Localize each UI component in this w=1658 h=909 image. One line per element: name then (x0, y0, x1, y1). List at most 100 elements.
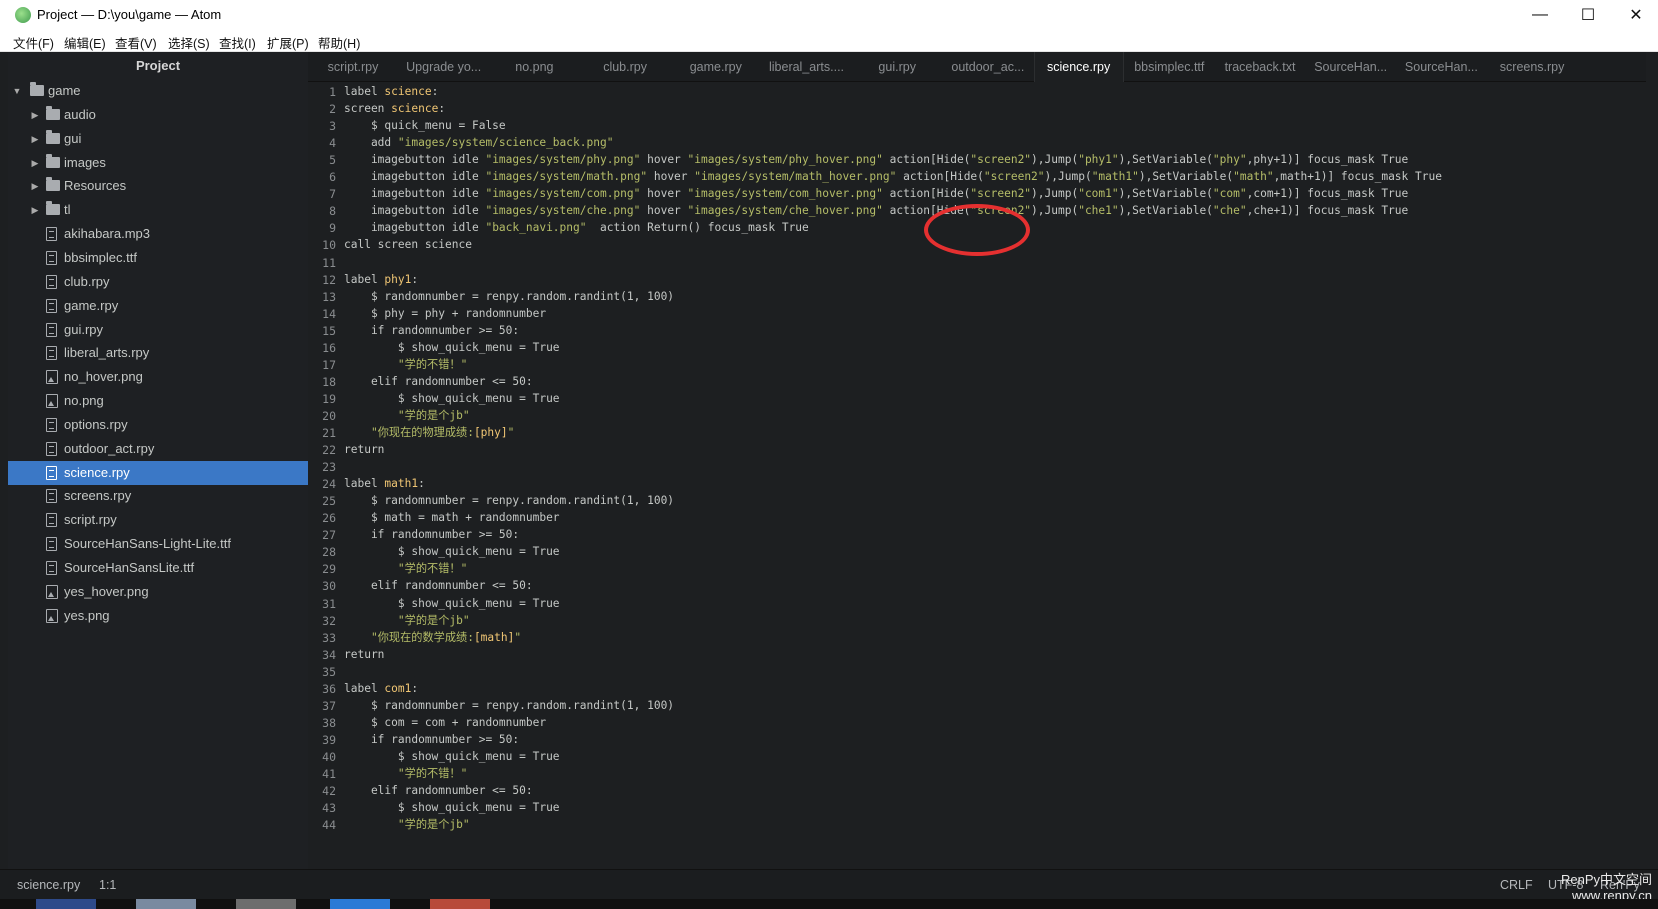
tree-root-game[interactable]: ▼ game (8, 79, 308, 103)
code-line[interactable]: $ randomnumber = renpy.random.randint(1,… (344, 492, 674, 510)
code-line[interactable]: "学的不错！" (344, 356, 467, 374)
tree-item-label: no.png (64, 393, 104, 409)
tree-view-header[interactable]: Project (8, 52, 308, 80)
close-button[interactable]: ✕ (1612, 0, 1658, 30)
tab-screens-rpy[interactable]: screens.rpy (1487, 52, 1577, 82)
status-line-ending[interactable]: CRLF (1500, 878, 1533, 892)
tree-item-screens-rpy[interactable]: screens.rpy (8, 484, 308, 508)
code-line[interactable]: $ show_quick_menu = True (344, 748, 560, 766)
tab-script-rpy[interactable]: script.rpy (308, 52, 398, 82)
code-line[interactable]: screen science: (344, 100, 445, 118)
code-line[interactable]: elif randomnumber <= 50: (344, 782, 533, 800)
taskbar-thumb-1[interactable] (36, 899, 96, 909)
code-line[interactable]: $ randomnumber = renpy.random.randint(1,… (344, 697, 674, 715)
tree-item-yes-hover-png[interactable]: yes_hover.png (8, 580, 308, 604)
code-line[interactable]: $ phy = phy + randomnumber (344, 305, 546, 323)
code-line[interactable]: "你现在的物理成绩:[phy]" (344, 424, 514, 442)
code-line[interactable]: "学的是个jb" (344, 407, 470, 425)
code-line[interactable]: imagebutton idle "images/system/che.png"… (344, 202, 1408, 220)
tree-item-club-rpy[interactable]: club.rpy (8, 270, 308, 294)
tree-item-script-rpy[interactable]: script.rpy (8, 508, 308, 532)
tab-game-rpy[interactable]: game.rpy (671, 52, 761, 82)
code-line[interactable]: if randomnumber >= 50: (344, 322, 519, 340)
minimize-button[interactable]: — (1516, 0, 1564, 30)
menu-find[interactable]: 查找(I) (219, 33, 256, 52)
tab-sourcehan[interactable]: SourceHan... (1396, 52, 1486, 82)
code-line[interactable]: $ com = com + randomnumber (344, 714, 546, 732)
tree-item-bbsimplec-ttf[interactable]: bbsimplec.ttf (8, 246, 308, 270)
code-line[interactable]: elif randomnumber <= 50: (344, 373, 533, 391)
code-line[interactable]: "学的是个jb" (344, 612, 470, 630)
code-line[interactable]: $ show_quick_menu = True (344, 543, 560, 561)
tree-item-science-rpy[interactable]: science.rpy (8, 460, 308, 485)
taskbar-thumb-4[interactable] (330, 899, 390, 909)
status-file-name[interactable]: science.rpy (17, 878, 80, 892)
code-line[interactable]: $ show_quick_menu = True (344, 339, 560, 357)
code-line[interactable]: imagebutton idle "images/system/com.png"… (344, 185, 1408, 203)
tree-item-images[interactable]: ▶ images (8, 151, 308, 175)
code-line[interactable]: call screen science (344, 236, 472, 254)
menu-file[interactable]: 文件(F) (13, 33, 54, 52)
menu-packages[interactable]: 扩展(P) (267, 33, 309, 52)
maximize-button[interactable]: ☐ (1564, 0, 1612, 30)
tab-traceback-txt[interactable]: traceback.txt (1215, 52, 1305, 82)
code-line[interactable]: label phy1: (344, 271, 418, 289)
code-line[interactable]: return (344, 646, 384, 664)
code-line[interactable]: add "images/system/science_back.png" (344, 134, 614, 152)
code-line[interactable]: if randomnumber >= 50: (344, 526, 519, 544)
tree-item-yes-png[interactable]: yes.png (8, 604, 308, 628)
tree-item-audio[interactable]: ▶ audio (8, 103, 308, 127)
code-line[interactable]: label com1: (344, 680, 418, 698)
code-line[interactable]: $ math = math + randomnumber (344, 509, 560, 527)
tab-bbsimplec-ttf[interactable]: bbsimplec.ttf (1124, 52, 1214, 82)
tab-science-rpy[interactable]: science.rpy (1033, 52, 1124, 82)
tab-club-rpy[interactable]: club.rpy (580, 52, 670, 82)
menu-help[interactable]: 帮助(H) (318, 33, 360, 52)
tree-item-tl[interactable]: ▶ tl (8, 198, 308, 222)
tab-liberal-arts[interactable]: liberal_arts.... (762, 52, 852, 82)
menu-selection[interactable]: 选择(S) (168, 33, 210, 52)
code-line[interactable]: imagebutton idle "images/system/math.png… (344, 168, 1442, 186)
tab-upgrade-yo[interactable]: Upgrade yo... (399, 52, 489, 82)
tree-item-options-rpy[interactable]: options.rpy (8, 413, 308, 437)
taskbar-thumb-3[interactable] (236, 899, 296, 909)
code-line[interactable]: "学的不错！" (344, 765, 467, 783)
code-line[interactable]: $ randomnumber = renpy.random.randint(1,… (344, 288, 674, 306)
tree-item-no-hover-png[interactable]: no_hover.png (8, 365, 308, 389)
tab-sourcehan[interactable]: SourceHan... (1306, 52, 1396, 82)
code-line[interactable]: $ show_quick_menu = True (344, 595, 560, 613)
code-line[interactable]: label math1: (344, 475, 425, 493)
code-line[interactable]: "学的不错！" (344, 560, 467, 578)
tree-item-no-png[interactable]: no.png (8, 389, 308, 413)
code-line[interactable]: imagebutton idle "back_navi.png" action … (344, 219, 809, 237)
tab-outdoor-ac[interactable]: outdoor_ac... (943, 52, 1033, 82)
taskbar-thumb-5[interactable] (430, 899, 490, 909)
tree-item-game-rpy[interactable]: game.rpy (8, 294, 308, 318)
code-line[interactable]: $ show_quick_menu = True (344, 390, 560, 408)
tree-item-liberal-arts-rpy[interactable]: liberal_arts.rpy (8, 341, 308, 365)
tree-item-sourcehansanslite-ttf[interactable]: SourceHanSansLite.ttf (8, 556, 308, 580)
tree-item-akihabara-mp3[interactable]: akihabara.mp3 (8, 222, 308, 246)
tab-no-png[interactable]: no.png (489, 52, 579, 82)
tree-item-sourcehansans-light-lite-ttf[interactable]: SourceHanSans-Light-Lite.ttf (8, 532, 308, 556)
code-line[interactable]: "你现在的数学成绩:[math]" (344, 629, 521, 647)
code-line[interactable]: $ quick_menu = False (344, 117, 506, 135)
tree-item-resources[interactable]: ▶ Resources (8, 174, 308, 198)
line-number: 6 (329, 170, 336, 185)
code-line[interactable]: imagebutton idle "images/system/phy.png"… (344, 151, 1408, 169)
code-line[interactable]: elif randomnumber <= 50: (344, 577, 533, 595)
code-line[interactable]: if randomnumber >= 50: (344, 731, 519, 749)
tab-gui-rpy[interactable]: gui.rpy (852, 52, 942, 82)
status-cursor-position[interactable]: 1:1 (99, 878, 116, 892)
code-line[interactable]: "学的是个jb" (344, 816, 470, 834)
code-line[interactable]: label science: (344, 83, 438, 101)
text-editor[interactable]: 1 2 3 4 5 6 7 8 9 10 11 12 13 14 15 16 17 18 19 20 21 22 23 24 2… (308, 82, 1646, 869)
menu-edit[interactable]: 编辑(E) (64, 33, 106, 52)
menu-view[interactable]: 查看(V) (115, 33, 157, 52)
code-line[interactable]: return (344, 441, 384, 459)
tree-item-gui[interactable]: ▶ gui (8, 127, 308, 151)
tree-item-gui-rpy[interactable]: gui.rpy (8, 318, 308, 342)
code-line[interactable]: $ show_quick_menu = True (344, 799, 560, 817)
tree-item-outdoor-act-rpy[interactable]: outdoor_act.rpy (8, 437, 308, 461)
taskbar-thumb-2[interactable] (136, 899, 196, 909)
